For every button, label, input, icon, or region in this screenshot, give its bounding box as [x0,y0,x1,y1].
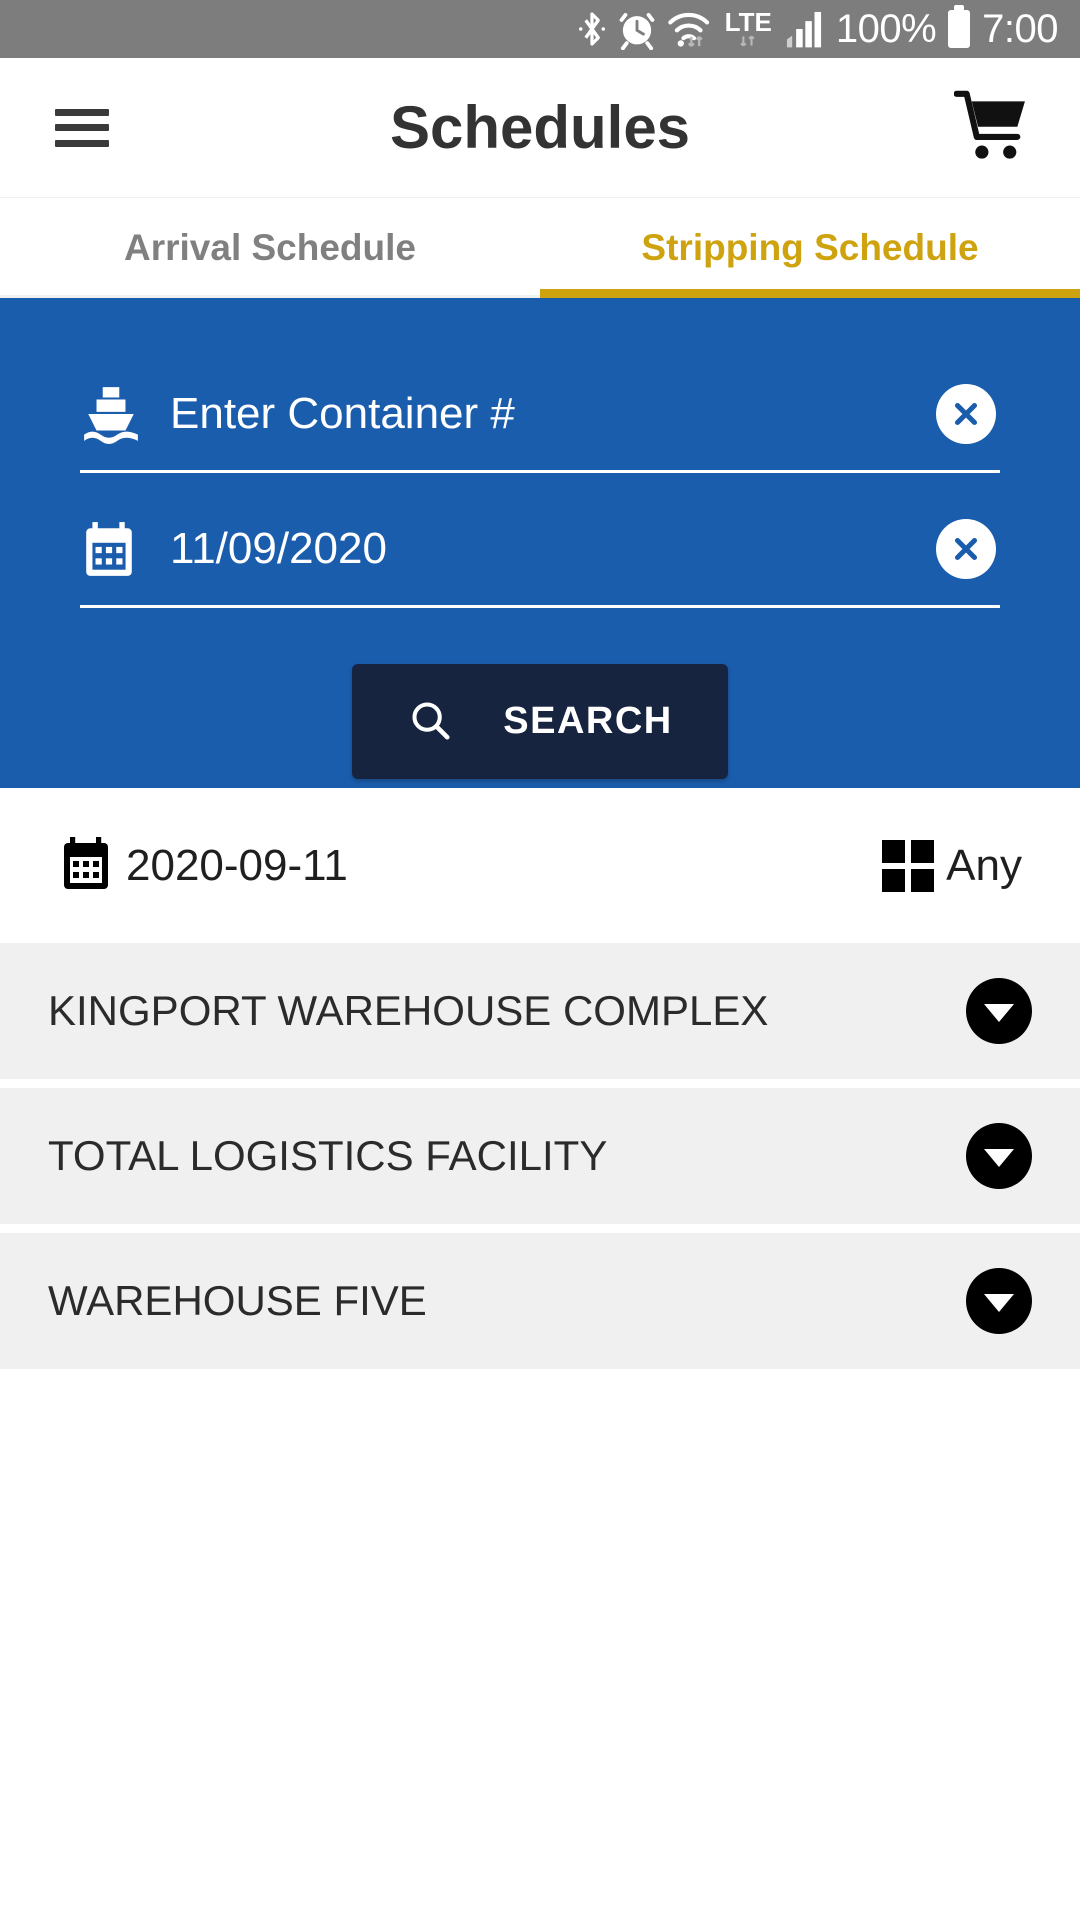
ship-icon [80,383,170,445]
grid-cell [911,839,935,863]
list-item[interactable]: WAREHOUSE FIVE [0,1233,1080,1369]
status-bar: LTE 100% 7:00 [0,0,1080,58]
shopping-cart-icon[interactable] [953,88,1030,167]
container-number-field[interactable]: Enter Container # [80,358,1000,473]
bluetooth-icon [577,8,607,50]
lte-icon: LTE [724,6,772,49]
results-date-group: 2020-09-11 [58,835,348,896]
tab-baseline [0,295,540,298]
clear-container-icon[interactable] [936,384,996,444]
grid-cell [882,839,906,863]
grid-cell [882,868,906,892]
hamburger-bar [55,108,109,116]
lte-label: LTE [724,6,772,37]
list-item-label: KINGPORT WAREHOUSE COMPLEX [48,987,769,1034]
search-panel: Enter Container # 11/09/2020 SEARCH [0,298,1080,788]
tab-label: Stripping Schedule [641,227,979,268]
hamburger-bar [55,139,109,147]
signal-icon [784,8,824,50]
chevron-down-icon[interactable] [966,1268,1032,1334]
date-field[interactable]: 11/09/2020 [80,493,1000,608]
clock-label: 7:00 [982,7,1058,51]
tab-arrival-schedule[interactable]: Arrival Schedule [0,198,540,298]
tab-stripping-schedule[interactable]: Stripping Schedule [540,198,1080,298]
hamburger-menu-icon[interactable] [55,108,109,147]
results-filter-label: Any [946,840,1022,890]
search-button-label: SEARCH [503,700,673,742]
list-item[interactable]: KINGPORT WAREHOUSE COMPLEX [0,943,1080,1079]
chevron-glyph [984,1293,1014,1312]
results-header: 2020-09-11 Any [0,788,1080,943]
results-date-label: 2020-09-11 [126,840,348,890]
chevron-glyph [984,1148,1014,1167]
list-item-label: WAREHOUSE FIVE [48,1277,427,1324]
schedule-tabs: Arrival Schedule Stripping Schedule [0,198,1080,298]
page-title: Schedules [389,94,691,161]
wifi-icon [667,8,713,50]
chevron-down-icon[interactable] [966,1123,1032,1189]
battery-percent-label: 100% [835,7,937,51]
tab-active-indicator [540,289,1080,298]
search-icon [407,697,453,746]
results-list: KINGPORT WAREHOUSE COMPLEX TOTAL LOGISTI… [0,943,1080,1378]
tab-label: Arrival Schedule [123,227,416,268]
list-item[interactable]: TOTAL LOGISTICS FACILITY [0,1088,1080,1224]
grid-icon [882,839,935,892]
calendar-icon [80,520,170,578]
battery-icon [948,5,971,48]
grid-cell [911,868,935,892]
app-screen: LTE 100% 7:00 Schedules Arrival Schedule… [0,0,1080,1920]
empty-content-area [0,1378,1080,1920]
search-button-row: SEARCH [80,664,1000,779]
container-number-input[interactable]: Enter Container # [170,392,936,436]
search-button[interactable]: SEARCH [352,664,728,779]
clear-date-icon[interactable] [936,519,996,579]
alarm-icon [619,8,655,50]
hamburger-bar [55,124,109,131]
list-item-label: TOTAL LOGISTICS FACILITY [48,1132,608,1179]
chevron-down-icon[interactable] [966,978,1032,1044]
results-filter-group[interactable]: Any [882,839,1022,892]
chevron-glyph [984,1003,1014,1022]
date-input[interactable]: 11/09/2020 [170,527,936,571]
calendar-icon [58,835,114,896]
app-bar: Schedules [0,58,1080,198]
